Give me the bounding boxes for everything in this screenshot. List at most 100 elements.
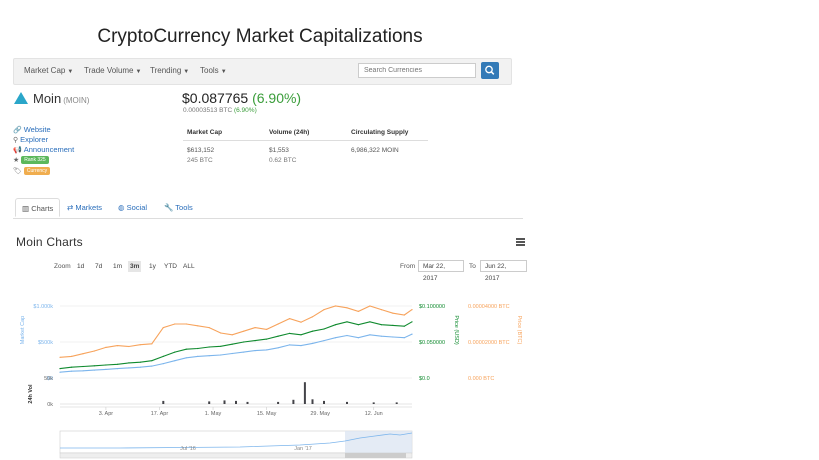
- series-point-price-btc: [231, 334, 233, 336]
- caret-down-icon: ▼: [220, 69, 227, 75]
- coin-price: $0.087765 (6.90%): [182, 90, 301, 106]
- series-point-market-cap: [197, 355, 199, 357]
- x-tick-label: 12. Jun: [365, 411, 383, 417]
- tab-social[interactable]: ◍ Social: [112, 198, 153, 217]
- series-point-price-usd: [151, 360, 153, 362]
- series-point-price-usd: [185, 348, 187, 350]
- zoom-7d-button[interactable]: 7d: [93, 261, 104, 272]
- series-point-market-cap: [334, 337, 337, 339]
- series-point-market-cap: [243, 351, 245, 353]
- bar-chart-icon: ▥: [22, 204, 30, 213]
- explorer-link[interactable]: ⚲ Explorer: [13, 135, 48, 144]
- search-input[interactable]: [358, 63, 476, 78]
- stats-volume-btc: 0.62 BTC: [269, 157, 297, 164]
- series-point-price-btc: [70, 355, 73, 357]
- tag-icon: 🏷: [13, 168, 22, 175]
- series-point-price-btc: [105, 346, 107, 348]
- coin-price-btc: 0.00003513 BTC (6.90%): [183, 107, 257, 114]
- volume-bar: [395, 402, 398, 404]
- stats-market-cap-btc: 245 BTC: [187, 157, 213, 164]
- tab-tools[interactable]: 🔧 Tools: [158, 198, 199, 217]
- coin-symbol: (MOIN): [63, 96, 90, 105]
- nav-tools[interactable]: Tools ▼: [200, 66, 227, 75]
- zoom-1m-button[interactable]: 1m: [111, 261, 124, 272]
- series-point-market-cap: [220, 354, 222, 356]
- series-point-market-cap: [208, 355, 210, 357]
- series-point-price-usd: [380, 324, 382, 326]
- tab-charts[interactable]: ▥ Charts: [15, 198, 61, 217]
- stats-supply: 6,986,322 MOIN: [351, 147, 399, 154]
- series-point-market-cap: [369, 334, 371, 336]
- series-point-price-btc: [162, 327, 164, 329]
- series-line-market-cap: [59, 333, 413, 373]
- series-point-price-usd: [277, 335, 279, 337]
- charts-title: Moin Charts: [16, 235, 83, 249]
- price-usd-tick-label: $0.050000: [419, 340, 445, 346]
- x-tick-label: 15. May: [257, 411, 277, 417]
- zoom-3m-button[interactable]: 3m: [128, 261, 142, 272]
- series-point-price-btc: [128, 345, 130, 348]
- series-point-price-usd: [82, 365, 84, 368]
- search-button[interactable]: [481, 62, 499, 79]
- series-point-price-usd: [162, 355, 164, 357]
- x-tick-label: 3. Apr: [99, 411, 114, 417]
- tab-markets[interactable]: ⇄ Markets: [61, 198, 108, 217]
- series-point-price-usd: [323, 328, 325, 330]
- series-point-price-usd: [128, 362, 130, 364]
- series-point-market-cap: [70, 370, 73, 372]
- series-point-market-cap: [151, 365, 153, 367]
- market-cap-tick-label: $1.000k: [33, 304, 53, 310]
- price-btc-tick-label: 0.00002000 BTC: [468, 340, 510, 346]
- series-point-price-usd: [403, 325, 405, 327]
- search-icon: ⚲: [13, 137, 19, 144]
- volume-bar: [223, 400, 226, 404]
- coin-chart[interactable]: $0$500k$1.000k$0.0$0.050000$0.1000000.00…: [0, 280, 540, 460]
- series-point-price-btc: [411, 309, 413, 311]
- series-point-price-usd: [197, 347, 199, 350]
- search-icon: [485, 65, 495, 75]
- to-date-input[interactable]: Jun 22, 2017: [480, 260, 527, 282]
- series-point-price-usd: [254, 340, 256, 342]
- from-date-input[interactable]: Mar 22, 2017: [418, 260, 464, 282]
- series-point-price-usd: [174, 351, 176, 353]
- chart-menu-icon[interactable]: [516, 238, 525, 246]
- series-point-market-cap: [139, 366, 141, 368]
- zoom-all-button[interactable]: ALL: [181, 261, 197, 272]
- series-point-market-cap: [277, 347, 279, 349]
- series-point-price-usd: [93, 365, 95, 367]
- announcement-link[interactable]: 📢 Announcement: [13, 145, 74, 154]
- series-point-price-usd: [334, 324, 337, 326]
- website-link[interactable]: 🔗 Website: [13, 125, 51, 134]
- series-point-price-btc: [323, 309, 325, 311]
- stats-volume-usd: $1,553: [269, 147, 289, 154]
- bullhorn-icon: 📢: [13, 147, 22, 154]
- series-point-price-usd: [116, 363, 118, 365]
- zoom-ytd-button[interactable]: YTD: [162, 261, 179, 272]
- nav-market-cap[interactable]: Market Cap ▼: [24, 66, 73, 75]
- series-point-market-cap: [82, 370, 84, 372]
- tab-markets-label: Markets: [75, 203, 103, 212]
- series-point-price-usd: [411, 321, 413, 323]
- star-icon: ★: [13, 157, 20, 164]
- wrench-icon: 🔧: [164, 203, 174, 212]
- series-point-price-usd: [289, 332, 291, 334]
- rank-row: ★ Rank 325: [13, 155, 49, 164]
- stats-divider: [183, 140, 428, 141]
- coin-logo: [14, 92, 28, 104]
- nav-trade-volume[interactable]: Trade Volume ▼: [84, 66, 141, 75]
- stats-header-volume: Volume (24h): [269, 129, 310, 136]
- coin-title: Moin (MOIN): [14, 91, 89, 106]
- volume-bar: [292, 399, 295, 404]
- series-point-market-cap: [231, 352, 233, 355]
- navigator-scrollbar-thumb[interactable]: [345, 453, 406, 458]
- series-point-market-cap: [59, 371, 61, 373]
- x-tick-label: 1. May: [205, 411, 222, 417]
- series-point-price-usd: [311, 330, 314, 332]
- nav-trending[interactable]: Trending ▼: [150, 66, 189, 75]
- website-link-label: Website: [23, 125, 51, 134]
- stats-header-market-cap: Market Cap: [187, 129, 223, 136]
- zoom-1y-button[interactable]: 1y: [147, 261, 158, 272]
- series-point-price-btc: [403, 314, 405, 316]
- zoom-1d-button[interactable]: 1d: [75, 261, 86, 272]
- caret-down-icon: ▼: [135, 69, 142, 75]
